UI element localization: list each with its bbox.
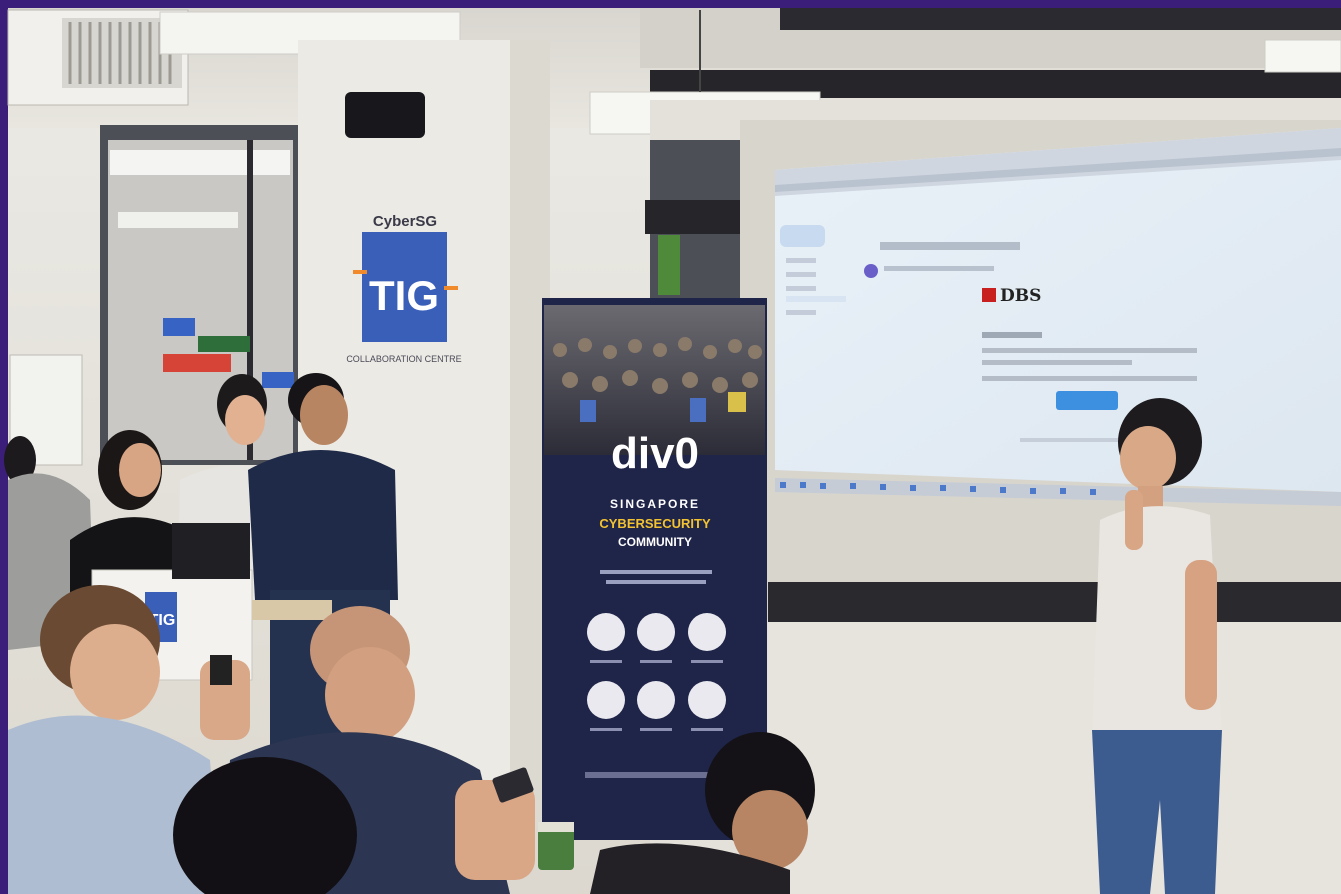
email-action-button	[1056, 391, 1118, 410]
collaboration-centre-text: COLLABORATION CENTRE	[346, 354, 461, 364]
dbs-logo	[982, 288, 996, 302]
laptop	[172, 523, 250, 579]
banner-line-singapore: SINGAPORE	[610, 497, 700, 511]
desk	[252, 600, 332, 620]
banner-line-cybersecurity: CYBERSECURITY	[599, 516, 711, 531]
photo-frame: CyberSG TIG COLLABORATION CENTRE DBS div…	[0, 0, 1341, 894]
wall-speaker	[345, 92, 425, 138]
dbs-logo-text: DBS	[1000, 286, 1041, 306]
event-photo: CyberSG TIG COLLABORATION CENTRE DBS div…	[0, 0, 1341, 894]
div0-logo-text: div0	[611, 429, 699, 478]
cybersg-logo-text: CyberSG	[373, 213, 437, 230]
tig-logo-text: TIG	[369, 272, 439, 319]
ceiling-light	[1264, 39, 1341, 73]
screen-rail	[768, 582, 1341, 622]
banner-line-community: COMMUNITY	[618, 535, 692, 549]
